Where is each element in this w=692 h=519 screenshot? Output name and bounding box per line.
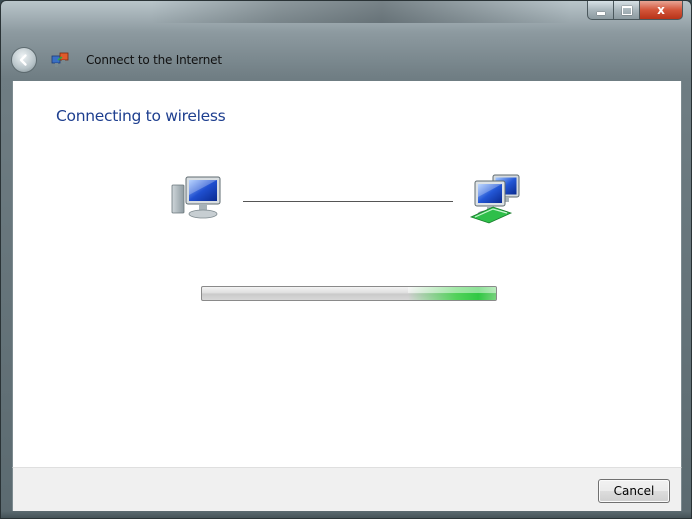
close-icon: x (657, 3, 665, 17)
minimize-icon (596, 11, 605, 15)
computer-icon (171, 176, 221, 219)
network-computers-icon (469, 174, 520, 224)
connection-line (243, 201, 453, 202)
close-button[interactable]: x (640, 1, 683, 20)
page-heading: Connecting to wireless (56, 107, 226, 125)
wizard-window: x Connect to the Internet Connecting to … (0, 0, 692, 519)
progress-indicator (408, 287, 496, 300)
connection-progress-bar (201, 286, 497, 301)
minimize-button[interactable] (587, 1, 614, 20)
caption-buttons: x (587, 1, 683, 21)
window-bottom-frame (1, 511, 691, 518)
maximize-button[interactable] (614, 1, 640, 20)
window-title: Connect to the Internet (86, 53, 222, 67)
wizard-footer: Cancel (12, 467, 682, 511)
network-connection-icon (51, 51, 69, 69)
navigation-bar: Connect to the Internet (11, 41, 681, 79)
cancel-button[interactable]: Cancel (598, 479, 670, 503)
maximize-icon (621, 5, 632, 15)
title-bar-glass (151, 1, 571, 23)
wizard-content: Connecting to wireless (12, 81, 682, 467)
back-arrow-icon (19, 54, 27, 66)
back-button[interactable] (11, 47, 37, 73)
